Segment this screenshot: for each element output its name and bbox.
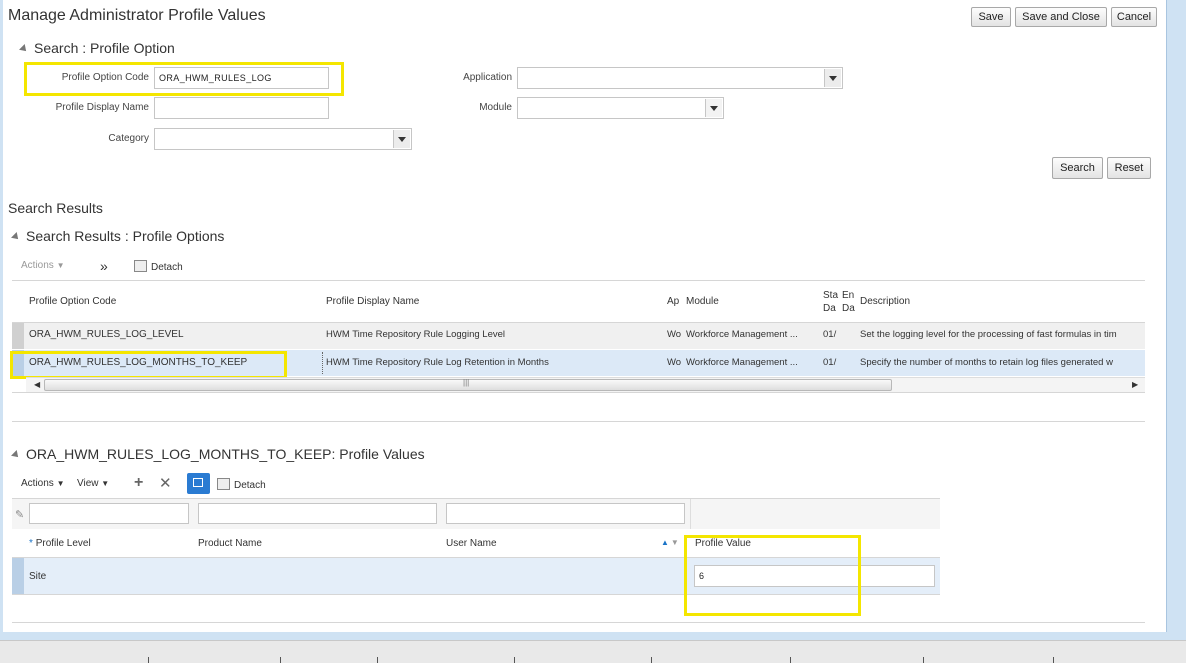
reset-button[interactable]: Reset xyxy=(1107,157,1151,179)
profile-display-name-label: Profile Display Name xyxy=(55,102,149,113)
module-select[interactable] xyxy=(517,97,724,119)
scroll-right-icon[interactable]: ▶ xyxy=(1132,380,1138,389)
col-header-product-name[interactable]: Product Name xyxy=(198,538,262,549)
row-app: Wo xyxy=(667,329,682,340)
row-module: Workforce Management ... xyxy=(686,357,798,368)
category-label: Category xyxy=(108,133,149,144)
scrollbar-thumb[interactable]: ||| xyxy=(44,378,892,391)
filter-user-name[interactable] xyxy=(446,503,685,524)
divider xyxy=(12,392,1145,393)
col-header-profile-level[interactable]: * Profile Level xyxy=(29,538,91,549)
row-start-date: 01/ xyxy=(823,329,837,340)
highlight-box xyxy=(10,351,287,379)
col-header-end-date[interactable]: En Da xyxy=(842,289,855,315)
chevron-down-icon[interactable] xyxy=(393,130,410,148)
profile-display-name-input[interactable] xyxy=(154,97,329,119)
chevron-down-icon[interactable] xyxy=(705,99,722,117)
chevron-down-icon[interactable] xyxy=(824,69,841,87)
values-detach-button[interactable]: Detach xyxy=(217,478,266,491)
col-header-start-date[interactable]: Sta Da xyxy=(823,289,838,315)
end-date-header-line2: Da xyxy=(842,303,855,314)
detach-icon xyxy=(217,478,230,490)
start-date-header-line1: Sta xyxy=(823,290,839,301)
detach-icon xyxy=(134,260,147,272)
divider xyxy=(12,280,1145,281)
divider xyxy=(12,421,1145,422)
col-header-profile-option-code[interactable]: Profile Option Code xyxy=(29,296,116,307)
clear-filter-icon[interactable]: ✎ xyxy=(15,508,24,521)
application-select[interactable] xyxy=(517,67,843,89)
values-detach-label: Detach xyxy=(234,480,266,491)
row-selector[interactable] xyxy=(12,323,24,349)
filter-profile-level[interactable] xyxy=(29,503,189,524)
search-button[interactable]: Search xyxy=(1052,157,1103,179)
row-display-name: HWM Time Repository Rule Logging Level xyxy=(326,329,505,340)
search-section-header[interactable]: Search : Profile Option xyxy=(19,40,175,56)
results-actions-label: Actions xyxy=(21,260,54,271)
results-detach-label: Detach xyxy=(151,262,183,273)
application-label: Application xyxy=(463,72,512,83)
divider xyxy=(690,499,691,529)
window-bottom-frame xyxy=(0,632,1186,640)
save-button[interactable]: Save xyxy=(971,7,1011,27)
row-description: Set the logging level for the processing… xyxy=(860,329,1117,340)
row-start-date: 01/ xyxy=(823,357,837,368)
values-actions-menu[interactable]: Actions ▼ xyxy=(21,478,65,489)
search-section-title: Search : Profile Option xyxy=(34,40,175,56)
start-date-header-line2: Da xyxy=(823,303,836,314)
row-profile-level: Site xyxy=(29,571,47,582)
values-actions-label: Actions xyxy=(21,478,54,489)
divider xyxy=(12,622,1145,623)
values-section-header[interactable]: ORA_HWM_RULES_LOG_MONTHS_TO_KEEP: Profil… xyxy=(11,446,425,462)
window-right-frame xyxy=(1166,0,1186,640)
col-header-profile-display-name[interactable]: Profile Display Name xyxy=(326,296,419,307)
col-header-description[interactable]: Description xyxy=(860,296,910,307)
highlight-box xyxy=(24,62,344,96)
add-icon[interactable]: + xyxy=(134,474,143,492)
results-actions-menu[interactable]: Actions ▼ xyxy=(21,260,65,271)
row-display-name: HWM Time Repository Rule Log Retention i… xyxy=(326,357,549,368)
profile-level-header-label: Profile Level xyxy=(35,538,91,549)
search-results-heading: Search Results xyxy=(8,200,103,216)
taskbar xyxy=(0,640,1186,663)
module-label: Module xyxy=(479,102,512,113)
delete-icon[interactable]: ✕ xyxy=(159,474,172,492)
collapse-triangle-icon xyxy=(11,450,21,461)
results-section-title: Search Results : Profile Options xyxy=(26,228,225,244)
page-title: Manage Administrator Profile Values xyxy=(8,7,266,24)
save-and-close-button[interactable]: Save and Close xyxy=(1015,7,1107,27)
category-select[interactable] xyxy=(154,128,412,150)
window-left-edge xyxy=(0,0,3,640)
col-header-module[interactable]: Module xyxy=(686,296,719,307)
row-code: ORA_HWM_RULES_LOG_LEVEL xyxy=(29,329,184,340)
row-app: Wo xyxy=(667,357,682,368)
row-module: Workforce Management ... xyxy=(686,329,798,340)
cancel-button[interactable]: Cancel xyxy=(1111,7,1157,27)
highlight-box xyxy=(684,535,861,616)
row-description: Specify the number of months to retain l… xyxy=(860,357,1113,368)
values-view-label: View xyxy=(77,478,99,489)
required-mark: * xyxy=(29,538,33,549)
cell-focus-marker xyxy=(322,352,324,374)
collapse-triangle-icon xyxy=(11,232,21,243)
row-selector[interactable] xyxy=(12,558,24,594)
filter-product-name[interactable] xyxy=(198,503,437,524)
query-by-example-icon[interactable] xyxy=(187,473,210,494)
sort-icon[interactable]: ▲ ▼ xyxy=(661,538,679,547)
overflow-chevron-icon[interactable]: » xyxy=(100,258,108,274)
grip-icon: ||| xyxy=(463,378,470,387)
scroll-left-icon[interactable]: ◀ xyxy=(34,380,40,389)
col-header-user-name[interactable]: User Name xyxy=(446,538,497,549)
values-section-title: ORA_HWM_RULES_LOG_MONTHS_TO_KEEP: Profil… xyxy=(26,446,425,462)
results-section-header[interactable]: Search Results : Profile Options xyxy=(11,228,225,244)
values-view-menu[interactable]: View ▼ xyxy=(77,478,109,489)
horizontal-scrollbar[interactable]: ◀ ||| ▶ xyxy=(26,377,1145,392)
col-header-application[interactable]: Ap xyxy=(667,296,679,307)
end-date-header-line1: En xyxy=(842,290,855,301)
results-detach-button[interactable]: Detach xyxy=(134,260,183,273)
collapse-triangle-icon xyxy=(19,44,29,55)
